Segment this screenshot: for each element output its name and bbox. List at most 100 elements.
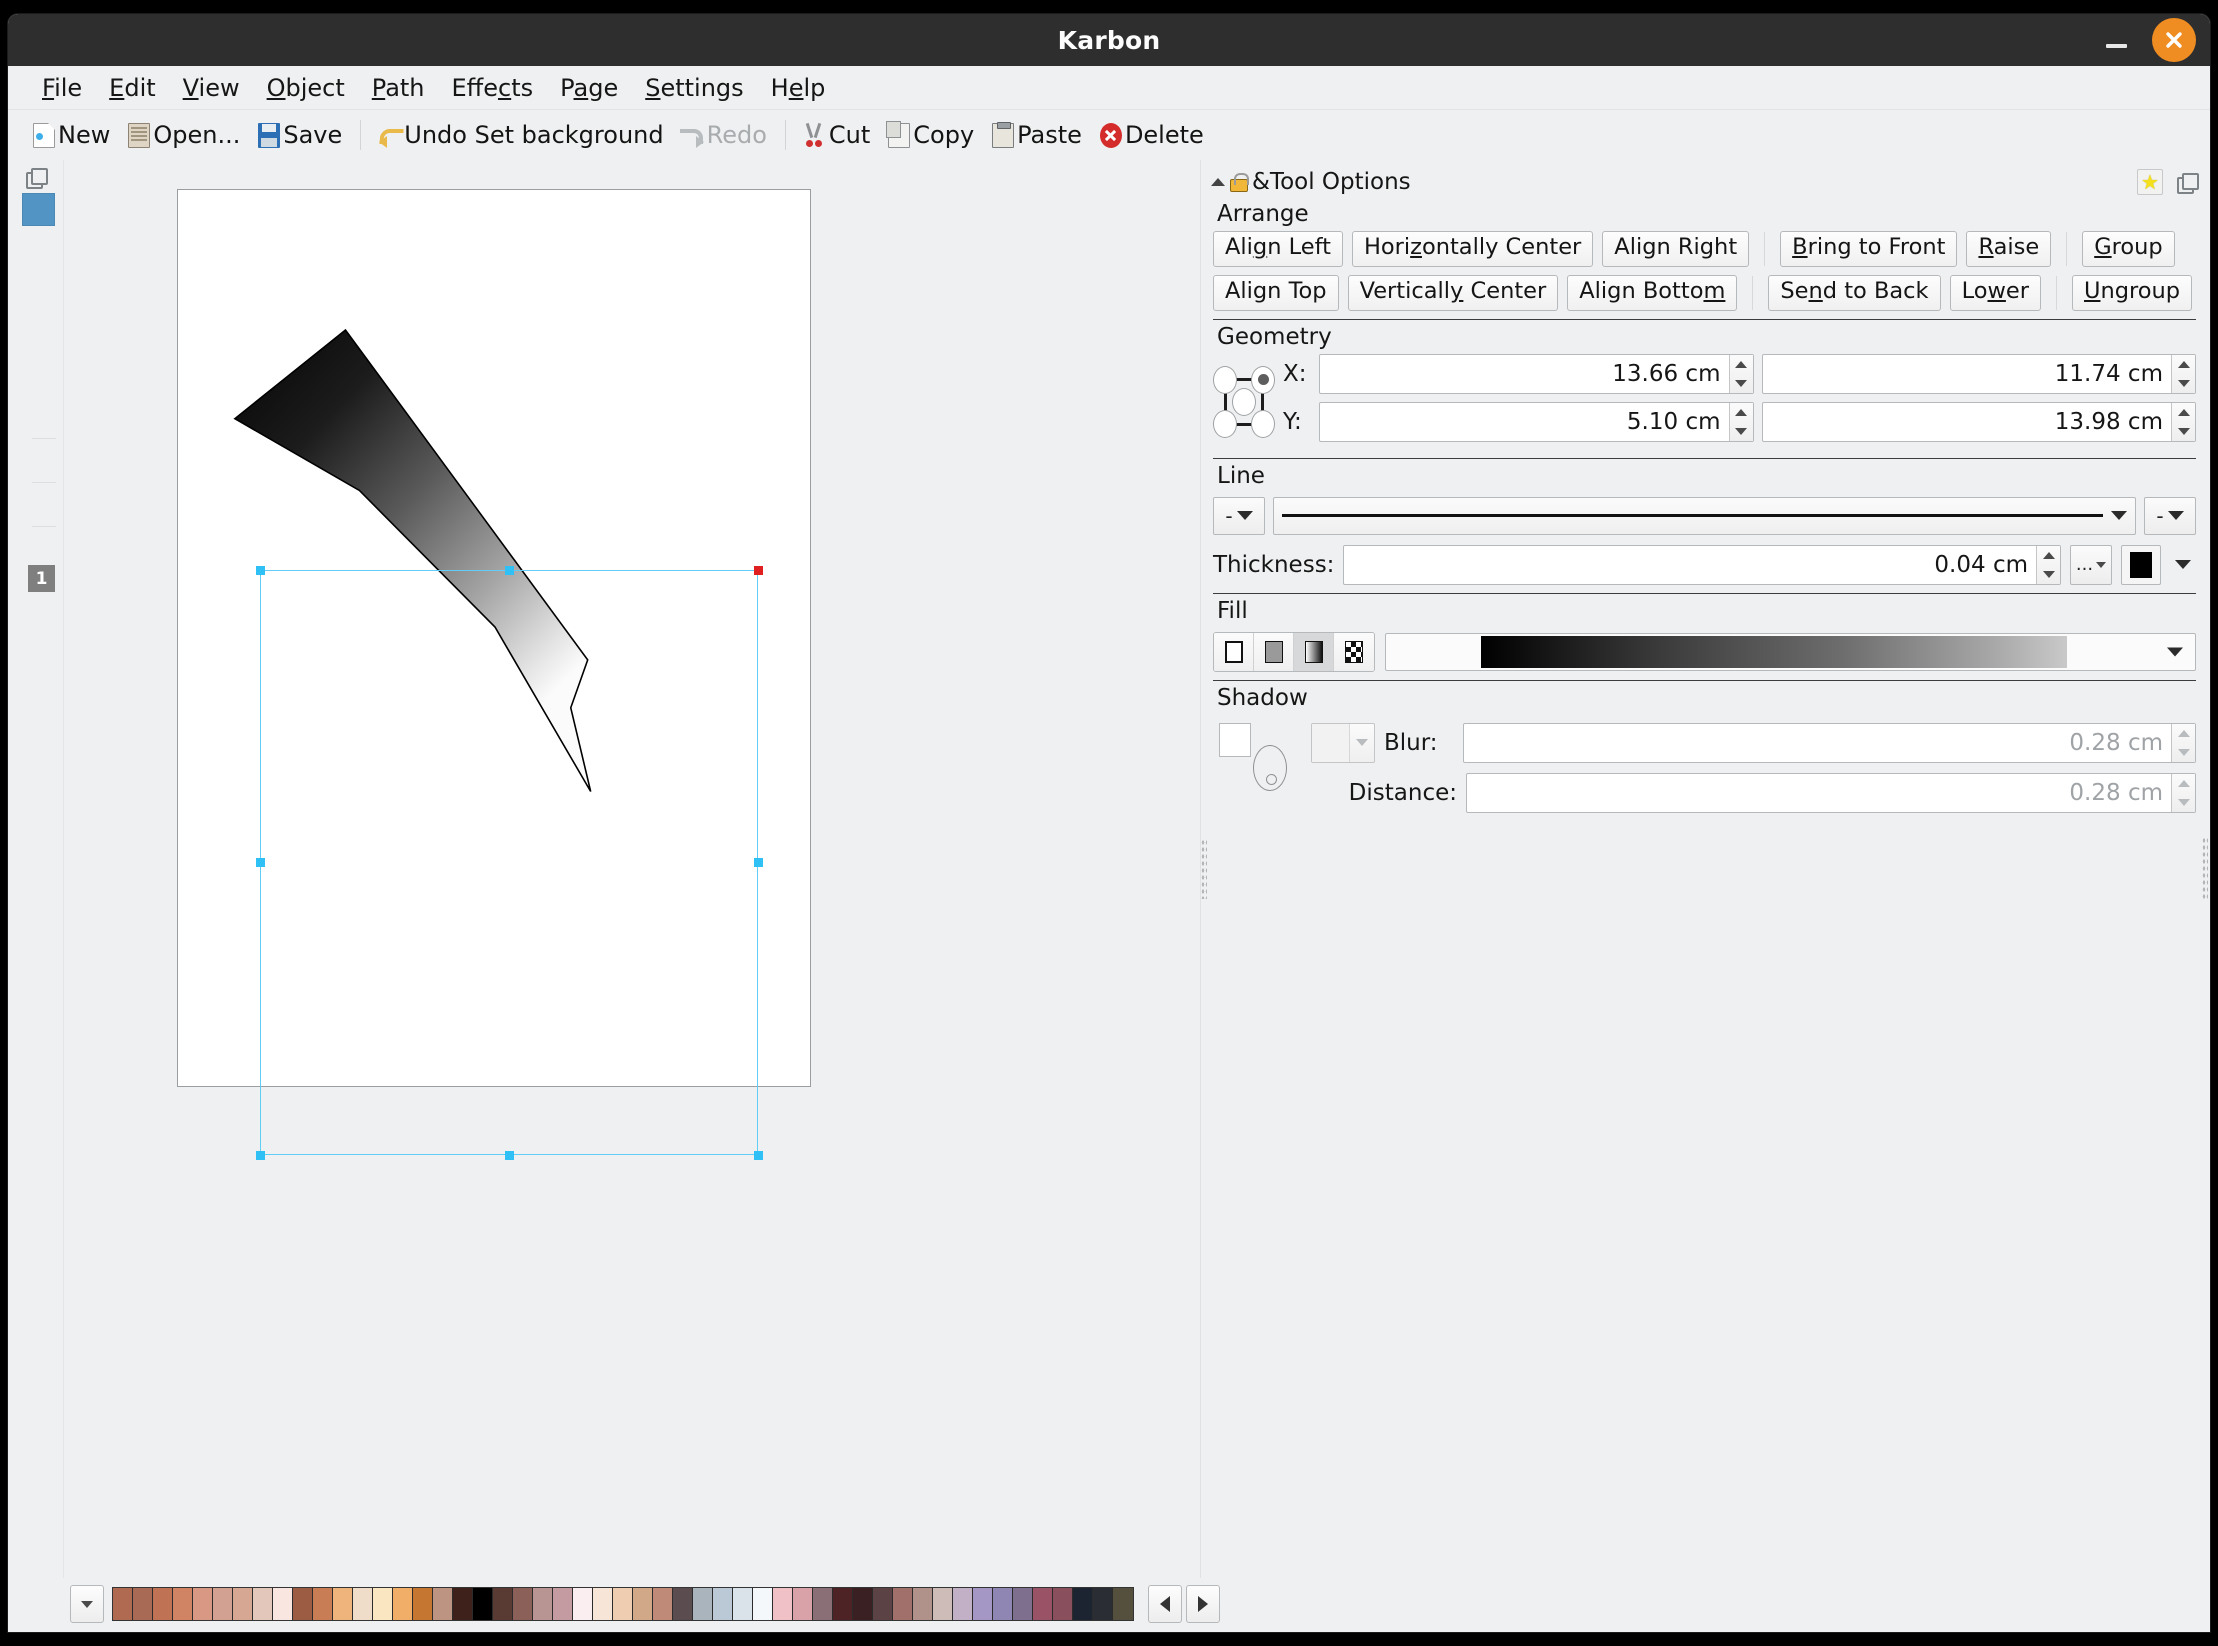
x-spinbox[interactable]: 13.66 cm (1319, 353, 1754, 394)
line-color-dropdown[interactable] (2170, 545, 2196, 585)
shadow-angle-dial[interactable] (1253, 744, 1287, 791)
thickness-spinbox[interactable]: 0.04 cm (1343, 544, 2061, 585)
palette-swatch[interactable] (913, 1588, 933, 1620)
palette-swatch[interactable] (733, 1588, 753, 1620)
selection-handle-top-left[interactable] (256, 566, 265, 575)
palette-swatch[interactable] (213, 1588, 233, 1620)
palette-swatch[interactable] (813, 1588, 833, 1620)
distance-spin-up[interactable] (2172, 774, 2195, 793)
undo-button[interactable]: Undo Set background (370, 119, 672, 151)
collapse-caret-icon[interactable] (1211, 178, 1225, 186)
palette-swatch[interactable] (413, 1588, 433, 1620)
send-to-back-button[interactable]: Send to Back (1768, 274, 1941, 311)
selection-handle-bottom-right[interactable] (754, 1151, 763, 1160)
anchor-bottom-left[interactable] (1213, 409, 1237, 438)
palette-swatch[interactable] (273, 1588, 293, 1620)
align-right-button[interactable]: Align Right (1602, 231, 1750, 267)
palette-swatch[interactable] (1073, 1588, 1093, 1620)
x-value[interactable]: 13.66 cm (1320, 355, 1729, 393)
x-spin-up[interactable] (1730, 355, 1753, 374)
palette-swatch[interactable] (1093, 1588, 1113, 1620)
selection-handle-middle-left[interactable] (256, 858, 265, 867)
fill-mode-gradient[interactable] (1294, 632, 1334, 671)
palette-swatch[interactable] (393, 1588, 413, 1620)
line-style-combo[interactable] (1273, 496, 2136, 535)
anchor-center[interactable] (1232, 387, 1256, 416)
palette-swatch[interactable] (953, 1588, 973, 1620)
blur-spin-arrows[interactable] (2171, 723, 2195, 762)
palette-swatch[interactable] (1053, 1588, 1073, 1620)
thickness-spin-arrows[interactable] (2036, 545, 2060, 584)
menu-object[interactable]: Object (255, 73, 357, 103)
palette-swatch[interactable] (173, 1588, 193, 1620)
y-spin-arrows[interactable] (1728, 402, 1753, 441)
align-top-button[interactable]: Align Top (1213, 274, 1339, 311)
panel-resize-grip[interactable] (2202, 837, 2208, 901)
palette-swatch[interactable] (1013, 1588, 1033, 1620)
palette-swatch[interactable] (773, 1588, 793, 1620)
y-spin-up[interactable] (1730, 403, 1753, 422)
lock-icon[interactable] (1230, 172, 1249, 192)
horizontally-center-button[interactable]: Horizontally Center (1351, 231, 1594, 267)
palette-swatch[interactable] (933, 1588, 953, 1620)
selection-handle-bottom-left[interactable] (256, 1151, 265, 1160)
y-spinbox[interactable]: 5.10 cm (1319, 401, 1754, 442)
width-spinbox[interactable]: 11.74 cm (1761, 353, 2196, 394)
canvas-area[interactable] (64, 160, 1200, 1578)
palette-swatch[interactable] (253, 1588, 273, 1620)
height-spin-up[interactable] (2172, 403, 2195, 422)
palette-swatch[interactable] (153, 1588, 173, 1620)
palette-swatch[interactable] (573, 1588, 593, 1620)
shadow-color-caret-icon[interactable] (1350, 724, 1374, 762)
fill-gradient-combo[interactable] (1385, 632, 2196, 671)
anchor-bottom-right[interactable] (1251, 409, 1275, 438)
height-spinbox[interactable]: 13.98 cm (1761, 401, 2196, 442)
color-palette-strip[interactable] (112, 1587, 1134, 1621)
anchor-top-left[interactable] (1213, 365, 1237, 394)
selection-handle-bottom-center[interactable] (505, 1151, 514, 1160)
palette-swatch[interactable] (673, 1588, 693, 1620)
vertically-center-button[interactable]: Vertically Center (1347, 274, 1559, 311)
fill-mode-pattern[interactable] (1334, 632, 1374, 671)
paste-button[interactable]: Paste (983, 119, 1091, 151)
palette-swatch[interactable] (493, 1588, 513, 1620)
height-value[interactable]: 13.98 cm (1763, 403, 2172, 441)
menu-settings[interactable]: Settings (633, 73, 755, 103)
palette-swatch[interactable] (533, 1588, 553, 1620)
blur-value[interactable]: 0.28 cm (1464, 724, 2171, 762)
selection-handle-top-center[interactable] (505, 566, 514, 575)
x-spin-down[interactable] (1730, 374, 1753, 393)
menu-page[interactable]: Page (548, 73, 630, 103)
blur-spin-down[interactable] (2172, 743, 2195, 762)
line-cap-combo[interactable]: - (1213, 496, 1265, 535)
palette-swatch[interactable] (193, 1588, 213, 1620)
raise-button[interactable]: Raise (1966, 231, 2052, 267)
palette-swatch[interactable] (593, 1588, 613, 1620)
x-spin-arrows[interactable] (1728, 354, 1753, 393)
width-spin-down[interactable] (2172, 374, 2195, 393)
palette-swatch[interactable] (1113, 1588, 1133, 1620)
palette-swatch[interactable] (613, 1588, 633, 1620)
palette-swatch[interactable] (653, 1588, 673, 1620)
group-button[interactable]: Group (2082, 231, 2175, 267)
palette-swatch[interactable] (753, 1588, 773, 1620)
y-value[interactable]: 5.10 cm (1320, 403, 1729, 441)
palette-swatch[interactable] (133, 1588, 153, 1620)
palette-swatch[interactable] (693, 1588, 713, 1620)
palette-dropdown-button[interactable] (70, 1585, 104, 1623)
distance-spin-arrows[interactable] (2171, 773, 2195, 812)
width-value[interactable]: 11.74 cm (1763, 355, 2172, 393)
panel-splitter[interactable] (1201, 839, 1207, 899)
line-markers-button[interactable]: ... (2070, 544, 2112, 585)
selection-handle-top-right[interactable] (754, 566, 763, 575)
shadow-color-combo[interactable] (1311, 722, 1375, 763)
palette-swatch[interactable] (873, 1588, 893, 1620)
width-spin-up[interactable] (2172, 355, 2195, 374)
fill-mode-solid[interactable] (1254, 632, 1294, 671)
menu-edit[interactable]: Edit (97, 73, 167, 103)
palette-swatch[interactable] (973, 1588, 993, 1620)
shadow-enable-checkbox[interactable] (1219, 722, 1251, 757)
palette-swatch[interactable] (713, 1588, 733, 1620)
detach-panel-icon-right[interactable] (2177, 172, 2199, 194)
distance-value[interactable]: 0.28 cm (1467, 774, 2171, 812)
